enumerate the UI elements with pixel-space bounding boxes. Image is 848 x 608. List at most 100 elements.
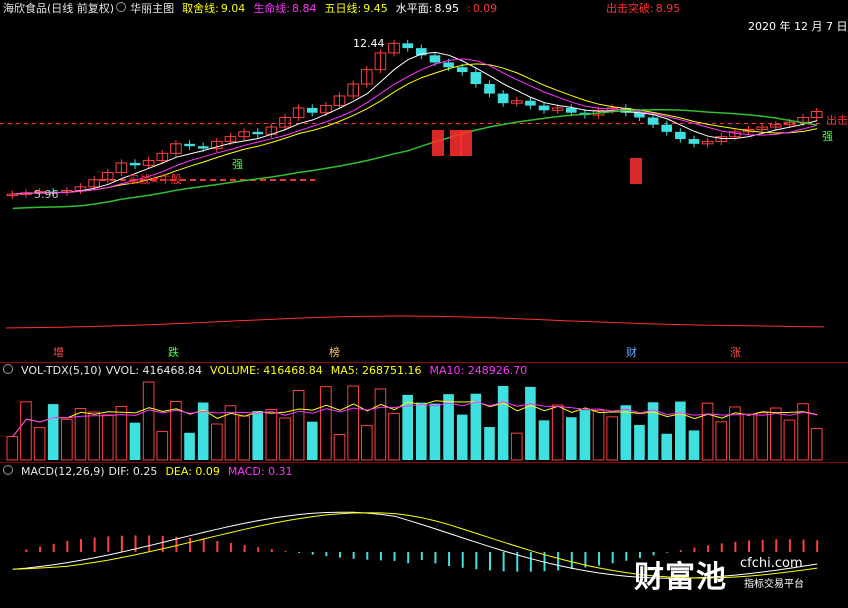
tag-zhang: 涨 (730, 346, 741, 359)
tag-bang: 榜 (329, 346, 340, 359)
volume-bar (184, 432, 195, 460)
high-price-label: 12.44 (353, 37, 385, 50)
volume-bar (742, 413, 755, 461)
volume-bar (33, 427, 46, 461)
trend-curve (5, 315, 825, 329)
volume-bar (620, 405, 632, 460)
volume-bar (551, 404, 564, 461)
volume-bar (265, 408, 278, 461)
volume-bar (810, 428, 823, 461)
candle-body (184, 143, 195, 147)
volume-bar (101, 414, 114, 461)
macd-header: MACD(12,26,9) DIF: 0.25 DEA: 0.09 MACD: … (3, 465, 301, 479)
volume-bar (129, 422, 141, 460)
volume-bar (783, 419, 796, 461)
candle-body (402, 43, 413, 49)
volume-bar (211, 423, 223, 461)
volume-bar (374, 388, 387, 461)
signal-block (460, 130, 472, 156)
candle-body (470, 72, 482, 85)
volume-bar (592, 409, 605, 461)
strong-signal-label-right: 强 (822, 130, 833, 143)
volume-bar (634, 424, 645, 460)
volume-bar (538, 420, 550, 460)
volume-bar (292, 389, 305, 461)
tag-zeng: 增 (53, 346, 64, 359)
low-price-label: 5.96 (34, 188, 59, 201)
volume-value: VOLUME: 416468.84 (210, 364, 323, 377)
macd-settings-icon[interactable] (3, 465, 13, 475)
strong-signal-label: 强 (232, 158, 243, 171)
signal-block (432, 130, 444, 156)
volume-bar (525, 386, 536, 460)
candle-body (129, 162, 141, 166)
volume-bar (675, 401, 686, 460)
candle-body (456, 67, 468, 73)
watermark-logo: 财富池 cfchi.com 指标交易平台 (634, 552, 840, 600)
volume-bar (388, 412, 400, 461)
volume-bar (88, 411, 100, 461)
watermark-brand: 财富池 (634, 560, 727, 595)
volume-bar (238, 415, 250, 461)
volume-bar (142, 381, 155, 461)
tag-die: 跌 (168, 346, 179, 359)
vvol-value: VVOL: 416468.84 (105, 364, 203, 377)
candle-body (661, 124, 673, 132)
volume-bar (347, 385, 359, 461)
candle-body (197, 146, 209, 149)
volume-bar (661, 433, 673, 460)
volume-settings-icon[interactable] (3, 364, 13, 374)
volume-bar (20, 401, 32, 461)
watermark-tagline: 指标交易平台 (744, 579, 804, 590)
volume-bar (416, 402, 427, 460)
macd-indicator-name[interactable]: MACD(12,26,9) (21, 465, 105, 479)
volume-bar (156, 430, 169, 461)
candle-body (306, 107, 318, 113)
volume-bar (306, 421, 318, 460)
volume-indicator-name[interactable]: VOL-TDX(5,10) (21, 364, 102, 378)
candle-body (252, 131, 264, 135)
candle-body (675, 131, 686, 140)
price-chart-canvas[interactable] (0, 0, 848, 608)
watermark-url: cfchi.com (740, 556, 803, 571)
buy-signal-label: 出击 (826, 114, 848, 127)
volume-bar (333, 434, 346, 461)
volume-bar (756, 412, 768, 461)
candle-body (497, 93, 509, 104)
volume-bar (701, 402, 714, 461)
ma10-value: MA10: 248926.70 (429, 364, 528, 377)
volume-bar (456, 414, 468, 460)
volume-bar (47, 404, 59, 460)
volume-header: VOL-TDX(5,10) VVOL: 416468.84 VOLUME: 41… (3, 364, 535, 378)
volume-bar (360, 425, 373, 461)
volume-bar (606, 416, 618, 461)
dea-value: DEA: 0.09 (165, 465, 220, 478)
volume-bar (61, 418, 73, 461)
candle-body (484, 84, 495, 94)
candle-body (688, 139, 700, 144)
volume-bar (252, 411, 264, 460)
volume-bar (579, 410, 591, 460)
volume-bar (6, 436, 19, 461)
volume-bar (565, 417, 577, 460)
volume-bar (470, 393, 482, 460)
volume-bar (688, 430, 700, 460)
candle-body (443, 62, 454, 68)
volume-bar (769, 407, 782, 461)
volume-bar (320, 386, 332, 461)
candle-body (647, 117, 659, 125)
volume-bar (715, 421, 728, 461)
hot-stock-label: 实战★牛股 (128, 173, 182, 186)
dif-value: DIF: 0.25 (108, 465, 158, 478)
volume-bar (429, 403, 441, 460)
ma5-value: MA5: 268751.16 (330, 364, 422, 377)
macd-value: MACD: 0.31 (227, 465, 293, 478)
volume-bar (279, 417, 291, 461)
candle-body (538, 105, 550, 111)
volume-bar (497, 385, 509, 460)
candle-body (525, 100, 536, 106)
volume-bar (510, 432, 523, 461)
volume-bar (484, 427, 495, 460)
tag-cai: 财 (626, 346, 637, 359)
candle-body (429, 55, 441, 63)
